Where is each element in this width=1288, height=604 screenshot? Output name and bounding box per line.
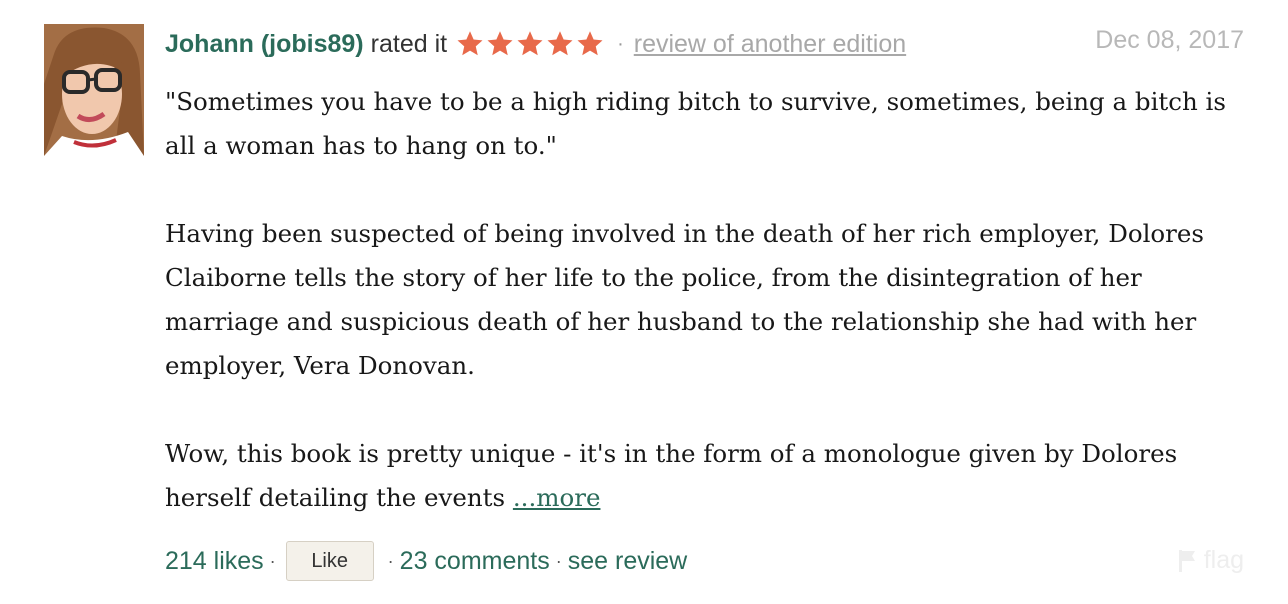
review-paragraph: Wow, this book is pretty unique - it's i…	[165, 432, 1245, 520]
like-button[interactable]: Like	[285, 541, 374, 581]
read-more-link[interactable]: ...more	[513, 483, 601, 512]
flag-icon	[1178, 550, 1195, 572]
reviewer-avatar[interactable]	[44, 24, 144, 156]
likes-count-link[interactable]: 214 likes	[165, 547, 264, 576]
header-separator: ·	[617, 32, 624, 55]
rated-label: rated it	[370, 29, 448, 58]
review-date-link[interactable]: Dec 08, 2017	[1095, 26, 1244, 55]
other-edition-link[interactable]: review of another edition	[634, 30, 906, 59]
star-icon	[487, 31, 513, 56]
review-paragraph: "Sometimes you have to be a high riding …	[165, 87, 1226, 160]
reviewer-name-link[interactable]: Johann (jobis89)	[165, 30, 364, 59]
review-paragraph-text: Wow, this book is pretty unique - it's i…	[165, 439, 1178, 512]
star-icon	[547, 31, 573, 56]
star-icon	[457, 31, 483, 56]
footer-separator: ·	[555, 550, 562, 571]
footer-separator: ·	[387, 550, 394, 571]
review-footer: 214 likes · Like · 23 comments · see rev…	[165, 540, 687, 582]
reviewer-avatar-image	[44, 24, 144, 156]
comments-link[interactable]: 23 comments	[400, 547, 550, 576]
star-rating	[455, 29, 605, 59]
flag-link[interactable]: flag	[1176, 544, 1244, 576]
flag-label: flag	[1203, 545, 1244, 574]
review-paragraph: Having been suspected of being involved …	[165, 219, 1204, 380]
star-icon	[517, 31, 543, 56]
review-header: Johann (jobis89) rated it · review of an…	[165, 24, 906, 64]
see-review-link[interactable]: see review	[568, 547, 688, 576]
footer-separator: ·	[269, 550, 276, 571]
star-icon	[577, 31, 603, 56]
review-text: "Sometimes you have to be a high riding …	[165, 80, 1245, 520]
